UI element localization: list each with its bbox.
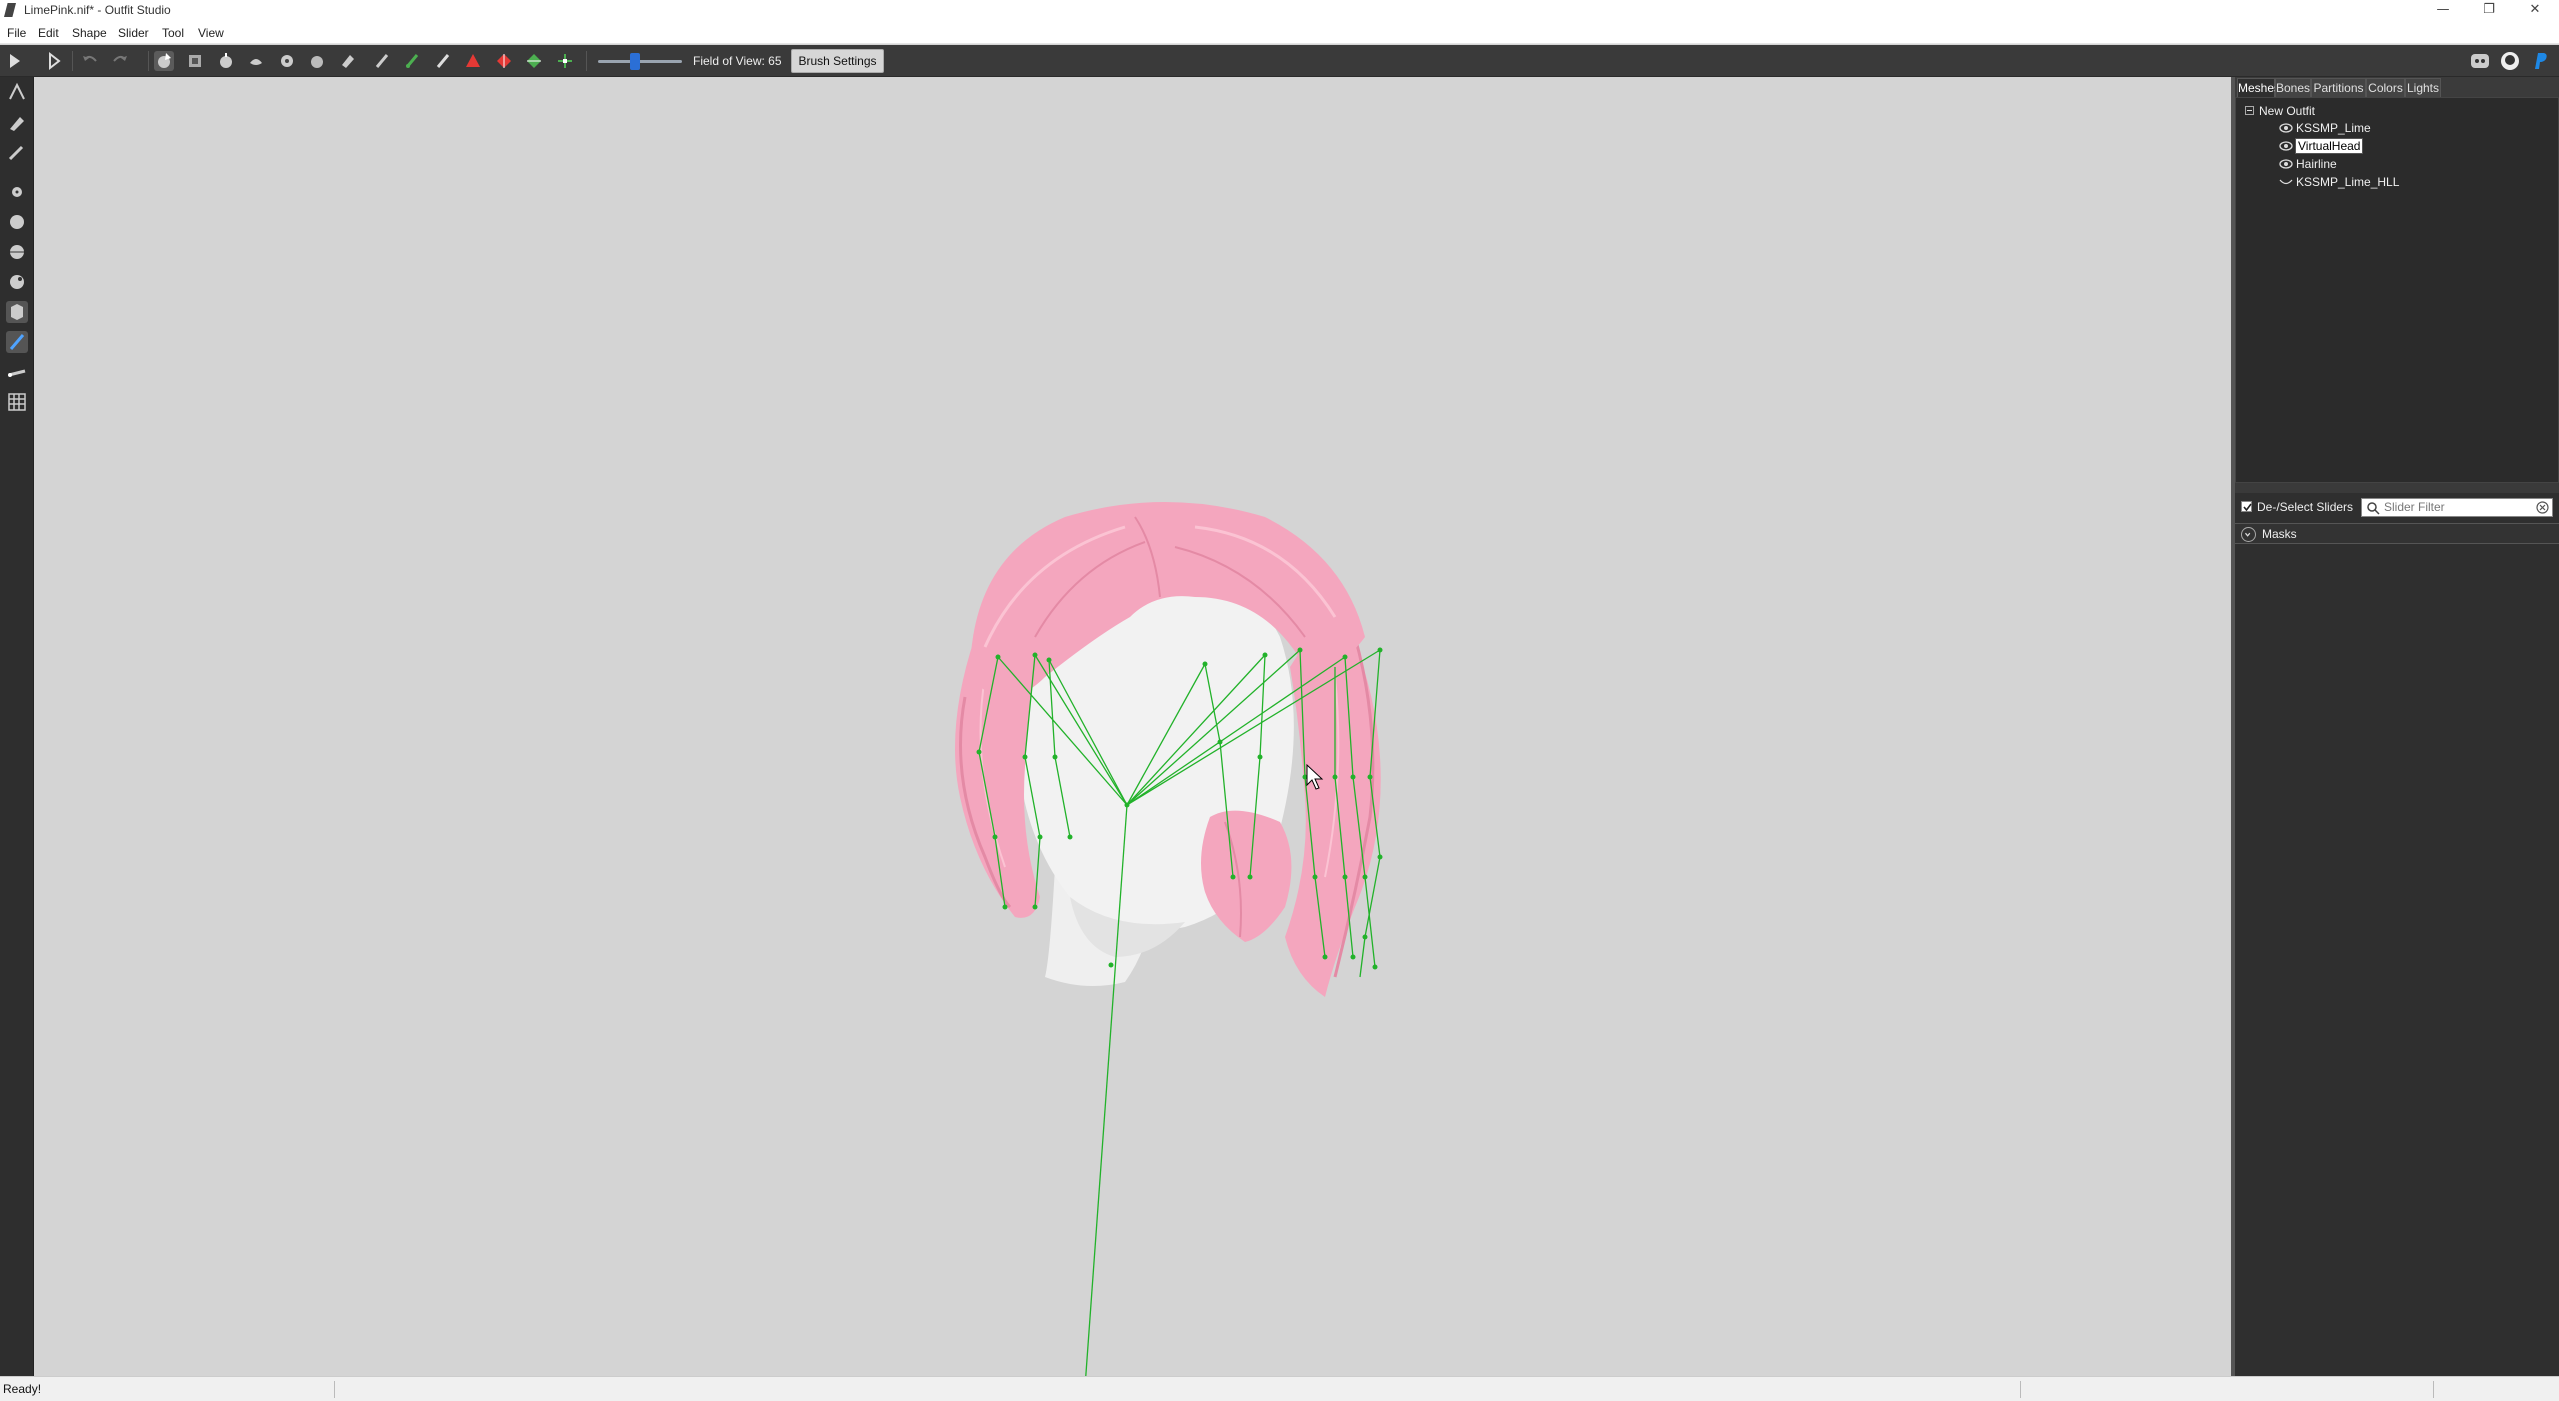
- menu-view[interactable]: View: [198, 26, 224, 40]
- split-edge-icon[interactable]: [524, 51, 544, 71]
- select-mode-icon[interactable]: [6, 51, 26, 71]
- undo-icon[interactable]: [80, 51, 100, 71]
- brush-settings-button[interactable]: Brush Settings: [791, 49, 884, 73]
- eye-closed-icon[interactable]: [2279, 177, 2293, 187]
- tab-partitions[interactable]: Partitions: [2311, 78, 2366, 97]
- slider-header: De-/Select Sliders Slider Filter: [2235, 493, 2559, 521]
- discord-icon[interactable]: [2469, 50, 2491, 72]
- pivot-icon[interactable]: [555, 51, 575, 71]
- inflate-brush-icon[interactable]: [216, 51, 236, 71]
- checkbox-icon[interactable]: [2241, 501, 2252, 512]
- grid-toggle-icon[interactable]: [6, 391, 28, 413]
- right-panel: Meshes Bones Partitions Colors Lights Ne…: [2235, 77, 2559, 1376]
- hair-bangs: [1201, 810, 1292, 942]
- restore-button[interactable]: ❐: [2466, 0, 2512, 20]
- app-icon: [4, 3, 16, 17]
- tab-bones[interactable]: Bones: [2275, 78, 2311, 97]
- brush-size-small-icon[interactable]: [6, 181, 28, 203]
- tree-root-label: New Outfit: [2259, 104, 2316, 118]
- edge-mode-icon[interactable]: [6, 361, 28, 383]
- masks-label: Masks: [2262, 527, 2297, 541]
- flip-edge-icon[interactable]: [494, 51, 514, 71]
- chevron-down-icon[interactable]: [2241, 527, 2256, 542]
- alpha-brush-icon[interactable]: [433, 51, 453, 71]
- collapse-vertex-icon[interactable]: [463, 51, 483, 71]
- deflate-brush-icon[interactable]: [246, 51, 266, 71]
- masks-group[interactable]: Masks: [2235, 523, 2559, 544]
- menu-slider[interactable]: Slider: [118, 26, 149, 40]
- fov-slider-thumb[interactable]: [630, 53, 640, 70]
- minimize-button[interactable]: —: [2420, 0, 2466, 20]
- weight-brush-icon[interactable]: [372, 51, 392, 71]
- fov-label: Field of View: 65: [693, 54, 782, 68]
- smooth-brush-icon[interactable]: [307, 51, 327, 71]
- menu-tool[interactable]: Tool: [162, 26, 184, 40]
- standard-brush-icon[interactable]: [154, 51, 174, 71]
- close-button[interactable]: ✕: [2512, 0, 2558, 20]
- fov-slider-track[interactable]: [598, 60, 682, 63]
- tree-item-hairline[interactable]: Hairline: [2279, 156, 2337, 172]
- pencil-tool-icon[interactable]: [6, 141, 28, 163]
- redo-icon[interactable]: [110, 51, 130, 71]
- tab-colors[interactable]: Colors: [2366, 78, 2405, 97]
- status-bar: Ready!: [0, 1376, 2559, 1401]
- tree-item-virtualhead[interactable]: VirtualHead: [2279, 138, 2364, 154]
- eye-icon[interactable]: [2279, 141, 2293, 151]
- eye-icon[interactable]: [2279, 123, 2293, 133]
- tree-item-kssmp-lime-hll[interactable]: KSSMP_Lime_HLL: [2279, 174, 2399, 190]
- brush-strength-icon[interactable]: [6, 241, 28, 263]
- tree-root[interactable]: New Outfit: [2245, 103, 2315, 119]
- paypal-icon[interactable]: [2529, 50, 2551, 72]
- github-icon[interactable]: [2499, 50, 2521, 72]
- mask-brush-icon[interactable]: [185, 51, 205, 71]
- menu-bar: File Edit Shape Slider Tool View: [0, 20, 2559, 44]
- brush-size-medium-icon[interactable]: [6, 211, 28, 233]
- tree-item-kssmp-lime[interactable]: KSSMP_Lime: [2279, 120, 2371, 136]
- status-text: Ready!: [3, 1382, 42, 1396]
- 3d-viewport[interactable]: [35, 77, 2231, 1376]
- deselect-sliders-checkbox[interactable]: De-/Select Sliders: [2241, 500, 2353, 514]
- panel-tabs: Meshes Bones Partitions Colors Lights: [2235, 77, 2559, 97]
- vertex-mode-icon[interactable]: [6, 301, 28, 323]
- menu-shape[interactable]: Shape: [72, 26, 107, 40]
- mesh-tree: New Outfit KSSMP_Lime VirtualHead Hairli…: [2235, 97, 2559, 483]
- tab-meshes[interactable]: Meshes: [2237, 78, 2280, 97]
- search-icon: [2367, 502, 2380, 515]
- move-brush-icon[interactable]: [277, 51, 297, 71]
- transform-mode-icon[interactable]: [44, 51, 64, 71]
- slider-filter-input[interactable]: Slider Filter: [2361, 498, 2553, 517]
- toolbar: Field of View: 65 Brush Settings: [0, 45, 2559, 77]
- select-tool-icon[interactable]: [6, 81, 28, 103]
- brush-focus-icon[interactable]: [6, 271, 28, 293]
- panel-horizontal-splitter[interactable]: [2235, 483, 2559, 493]
- title-bar: LimePink.nif* - Outfit Studio — ❐ ✕: [0, 0, 2559, 20]
- tab-lights[interactable]: Lights: [2405, 78, 2441, 97]
- viewport-scene[interactable]: [35, 77, 2231, 1376]
- eye-icon[interactable]: [2279, 159, 2293, 169]
- window-title: LimePink.nif* - Outfit Studio: [24, 3, 171, 17]
- undiff-brush-icon[interactable]: [338, 51, 358, 71]
- left-tool-strip: [0, 77, 34, 1377]
- menu-edit[interactable]: Edit: [38, 26, 59, 40]
- sculpt-tool-icon[interactable]: [6, 111, 28, 133]
- color-brush-icon[interactable]: [402, 51, 422, 71]
- clear-filter-icon[interactable]: [2536, 501, 2549, 514]
- menu-file[interactable]: File: [7, 26, 26, 40]
- bones-mode-icon[interactable]: [6, 331, 28, 353]
